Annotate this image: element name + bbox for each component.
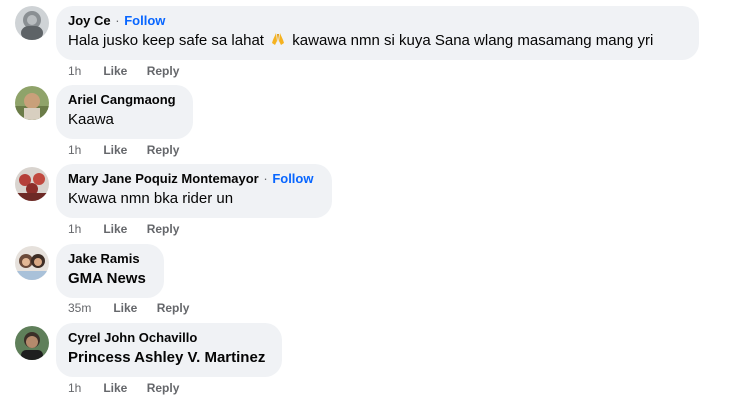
reply-button[interactable]: Reply: [147, 142, 180, 158]
avatar-ariel-image: [15, 86, 49, 120]
comment-bubble: Joy Ce · Follow Hala jusko keep safe sa …: [56, 6, 699, 60]
avatar[interactable]: [15, 167, 49, 201]
author-name[interactable]: Jake Ramis: [68, 251, 140, 266]
timestamp[interactable]: 35m: [68, 300, 110, 316]
comment-actions: 1h Like Reply: [68, 142, 179, 158]
avatar-cyrel-image: [15, 326, 49, 360]
like-button[interactable]: Like: [103, 142, 127, 158]
comment-bubble: Jake Ramis GMA News: [56, 244, 164, 298]
like-button[interactable]: Like: [103, 221, 127, 237]
reply-button[interactable]: Reply: [147, 221, 180, 237]
reply-button[interactable]: Reply: [147, 380, 180, 396]
reply-button[interactable]: Reply: [147, 63, 180, 79]
timestamp[interactable]: 1h: [68, 63, 100, 79]
avatar[interactable]: [15, 86, 49, 120]
avatar-jake-image: [15, 246, 49, 280]
comment-actions: 35m Like Reply: [68, 300, 189, 316]
like-button[interactable]: Like: [103, 63, 127, 79]
comment-text-part: Hala jusko keep safe sa lahat: [68, 32, 264, 49]
timestamp[interactable]: 1h: [68, 380, 100, 396]
like-button[interactable]: Like: [103, 380, 127, 396]
avatar[interactable]: [15, 246, 49, 280]
comment-actions: 1h Like Reply: [68, 221, 179, 237]
comment-text: Kaawa: [68, 111, 114, 128]
timestamp[interactable]: 1h: [68, 221, 100, 237]
author-name[interactable]: Joy Ce: [68, 13, 111, 28]
comment-text: Kwawa nmn bka rider un: [68, 190, 234, 207]
timestamp[interactable]: 1h: [68, 142, 100, 158]
avatar-mary-jane-image: [15, 167, 49, 201]
follow-button[interactable]: Follow: [124, 13, 165, 28]
tagged-page-link[interactable]: GMA News: [68, 269, 152, 289]
follow-button[interactable]: Follow: [272, 171, 313, 186]
avatar-joy-ce-image: [15, 6, 49, 40]
comment-bubble: Mary Jane Poquiz Montemayor · Follow Kwa…: [56, 164, 332, 218]
comment-bubble: Ariel Cangmaong Kaawa: [56, 85, 193, 139]
like-button[interactable]: Like: [113, 300, 137, 316]
author-name[interactable]: Mary Jane Poquiz Montemayor: [68, 171, 259, 186]
comment-actions: 1h Like Reply: [68, 380, 179, 396]
avatar[interactable]: [15, 326, 49, 360]
comment-bubble: Cyrel John Ochavillo Princess Ashley V. …: [56, 323, 282, 377]
separator-dot: ·: [263, 171, 268, 186]
comment-actions: 1h Like Reply: [68, 63, 179, 79]
comment-text: Hala jusko keep safe sa lahat kawawa nmn…: [68, 31, 687, 51]
author-name[interactable]: Cyrel John Ochavillo: [68, 330, 197, 345]
tagged-person-link[interactable]: Princess Ashley V. Martinez: [68, 348, 270, 368]
avatar[interactable]: [15, 6, 49, 40]
comment-text-part: kawawa nmn si kuya Sana wlang masamang m…: [292, 32, 654, 49]
reply-button[interactable]: Reply: [157, 300, 190, 316]
separator-dot: ·: [115, 13, 120, 28]
author-name[interactable]: Ariel Cangmaong: [68, 92, 176, 107]
folded-hands-icon: [272, 33, 285, 45]
